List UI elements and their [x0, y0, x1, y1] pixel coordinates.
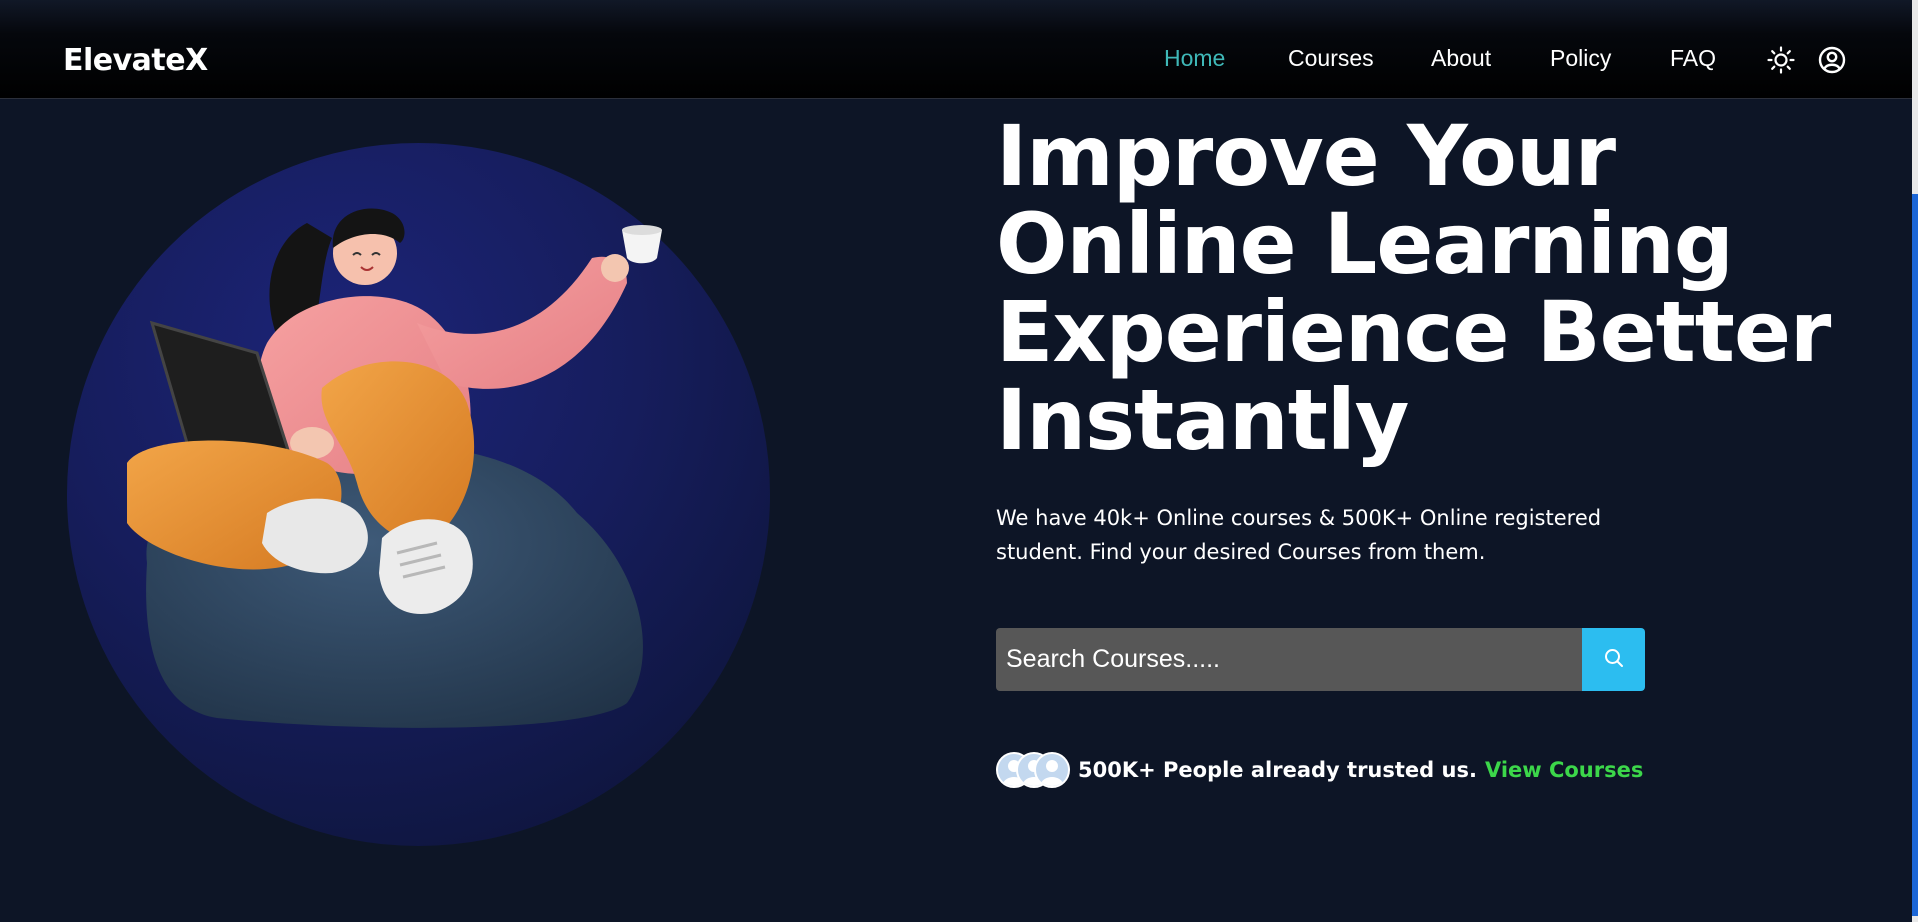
trust-text: 500K+ People already trusted us. [1078, 758, 1477, 782]
course-search [996, 628, 1645, 691]
user-circle-icon[interactable] [1817, 45, 1847, 75]
nav-link-about[interactable]: About [1431, 45, 1491, 72]
nav-link-policy[interactable]: Policy [1550, 45, 1611, 72]
nav-link-courses[interactable]: Courses [1288, 45, 1374, 72]
search-icon [1603, 647, 1625, 672]
hero-title-line-2: Online Learning [996, 195, 1734, 293]
navbar: ElevateX Home Courses About Policy FAQ [0, 0, 1912, 99]
search-input[interactable] [996, 628, 1582, 691]
brand-logo[interactable]: ElevateX [63, 43, 208, 78]
search-button[interactable] [1582, 628, 1645, 691]
hero-title-line-4: Instantly [996, 371, 1409, 469]
scrollbar-thumb[interactable] [1912, 194, 1918, 916]
sun-icon[interactable] [1766, 45, 1796, 75]
hero-title-line-3: Experience Better [996, 283, 1831, 381]
page: ElevateX Home Courses About Policy FAQ I… [0, 0, 1918, 922]
avatar-group [996, 750, 1072, 790]
hero-illustration [127, 208, 662, 728]
hero-subtitle: We have 40k+ Online courses & 500K+ Onli… [996, 506, 1602, 564]
view-courses-link[interactable]: View Courses [1485, 758, 1643, 782]
nav-link-home[interactable]: Home [1164, 45, 1225, 72]
hero-title-line-1: Improve Your [996, 107, 1616, 205]
user-icon [1034, 752, 1070, 788]
nav-link-faq[interactable]: FAQ [1670, 45, 1716, 72]
hero-title: Improve Your Online Learning Experience … [996, 107, 1831, 469]
trust-row: 500K+ People already trusted us. View Co… [996, 750, 1643, 790]
scrollbar-track[interactable] [1912, 0, 1918, 922]
